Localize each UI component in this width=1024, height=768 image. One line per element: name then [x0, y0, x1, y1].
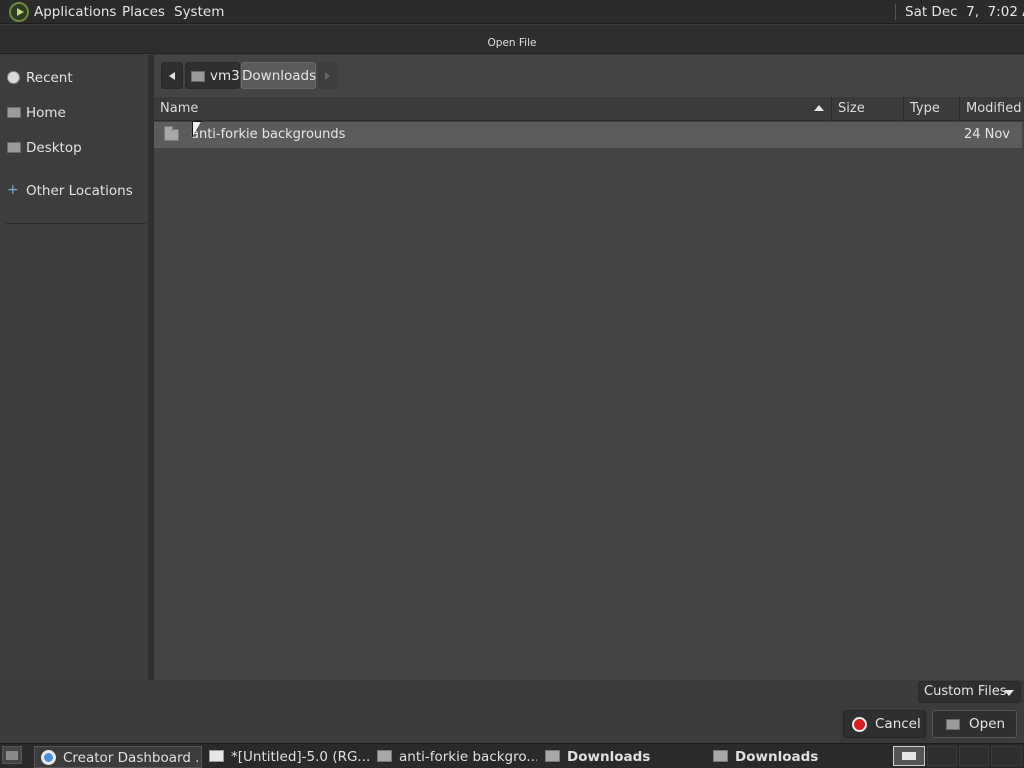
places-sidebar: Recent Home Desktop + Other Locations: [0, 55, 150, 680]
plus-icon: +: [7, 182, 19, 198]
path-segment-vm3[interactable]: vm3: [185, 62, 240, 89]
folder-icon: [164, 126, 179, 141]
menu-applications[interactable]: Applications: [34, 0, 116, 24]
open-folder-icon: [946, 719, 960, 730]
menu-places[interactable]: Places: [122, 0, 165, 24]
file-filter-select[interactable]: Custom Files: [918, 681, 1021, 703]
cancel-label: Cancel: [875, 716, 921, 732]
chevron-down-icon: [1004, 690, 1014, 696]
sidebar-item-recent[interactable]: Recent: [0, 63, 148, 93]
column-header-modified[interactable]: Modified: [959, 97, 1024, 121]
home-folder-icon: [191, 71, 205, 82]
sidebar-separator: [6, 223, 146, 224]
file-list-header: Name Size Type Modified: [154, 97, 1024, 121]
file-row[interactable]: anti-forkie backgrounds 24 Nov: [154, 122, 1022, 148]
file-modified: 24 Nov: [963, 127, 1010, 142]
workspace-switcher-2[interactable]: [927, 746, 957, 766]
sidebar-item-home[interactable]: Home: [0, 98, 148, 128]
taskbar: Creator Dashboard ... *[Untitled]-5.0 (R…: [0, 743, 1024, 768]
column-header-type[interactable]: Type: [903, 97, 959, 121]
path-segment-downloads[interactable]: Downloads: [241, 62, 316, 89]
panel-separator: [895, 4, 896, 20]
column-header-name[interactable]: Name: [154, 97, 831, 121]
dialog-title: Open File: [487, 37, 537, 49]
mouse-pointer-fill: [193, 122, 201, 136]
sidebar-item-other-locations[interactable]: + Other Locations: [0, 176, 148, 206]
stop-icon: [852, 717, 867, 732]
folder-icon: [545, 750, 560, 762]
path-forward-button[interactable]: [318, 62, 338, 89]
file-name: anti-forkie backgrounds: [191, 127, 346, 142]
applications-logo-icon[interactable]: [9, 2, 29, 22]
folder-icon: [713, 750, 728, 762]
chrome-icon: [41, 750, 56, 765]
taskbar-item-anti-forkie[interactable]: anti-forkie backgro...: [371, 746, 537, 768]
workspace-switcher-3[interactable]: [959, 746, 989, 766]
workspace-switcher-active[interactable]: [893, 746, 925, 766]
home-folder-icon: [7, 107, 21, 118]
recent-icon: [7, 71, 20, 84]
column-header-size[interactable]: Size: [831, 97, 903, 121]
taskbar-item-downloads-2[interactable]: Downloads: [707, 746, 873, 768]
file-filter-value: Custom Files: [924, 684, 1007, 699]
image-editor-icon: [209, 750, 224, 762]
folder-icon: [377, 750, 392, 762]
open-label: Open: [969, 716, 1006, 732]
sidebar-item-label: Recent: [26, 70, 73, 86]
show-desktop-button[interactable]: [2, 746, 22, 764]
path-back-button[interactable]: [161, 62, 183, 89]
cancel-button[interactable]: Cancel: [843, 710, 926, 738]
sidebar-item-label: Home: [26, 105, 66, 121]
taskbar-item-label: Downloads: [735, 749, 819, 765]
sort-ascending-icon: [814, 105, 824, 111]
path-segment-label: vm3: [210, 68, 240, 84]
sidebar-item-desktop[interactable]: Desktop: [0, 133, 148, 163]
file-browser: [154, 55, 1024, 680]
taskbar-item-image-editor[interactable]: *[Untitled]-5.0 (RG...: [203, 746, 369, 768]
workspace-switcher-4[interactable]: [991, 746, 1022, 766]
clock[interactable]: Sat Dec 7, 7:02 AM: [905, 0, 1024, 24]
taskbar-item-label: Downloads: [567, 749, 651, 765]
taskbar-item-label: *[Untitled]-5.0 (RG...: [231, 749, 369, 765]
menu-system[interactable]: System: [174, 0, 224, 24]
sidebar-item-label: Desktop: [26, 140, 82, 156]
open-button[interactable]: Open: [932, 710, 1017, 738]
taskbar-item-downloads-1[interactable]: Downloads: [539, 746, 705, 768]
top-panel: Applications Places System Sat Dec 7, 7:…: [0, 0, 1024, 24]
desktop-folder-icon: [7, 142, 21, 153]
sidebar-item-label: Other Locations: [26, 183, 133, 199]
dialog-titlebar[interactable]: Open File: [0, 25, 1024, 54]
taskbar-item-chrome[interactable]: Creator Dashboard ...: [34, 746, 202, 768]
taskbar-item-label: anti-forkie backgro...: [399, 749, 537, 765]
column-label: Name: [160, 101, 199, 116]
taskbar-item-label: Creator Dashboard ...: [63, 750, 202, 766]
